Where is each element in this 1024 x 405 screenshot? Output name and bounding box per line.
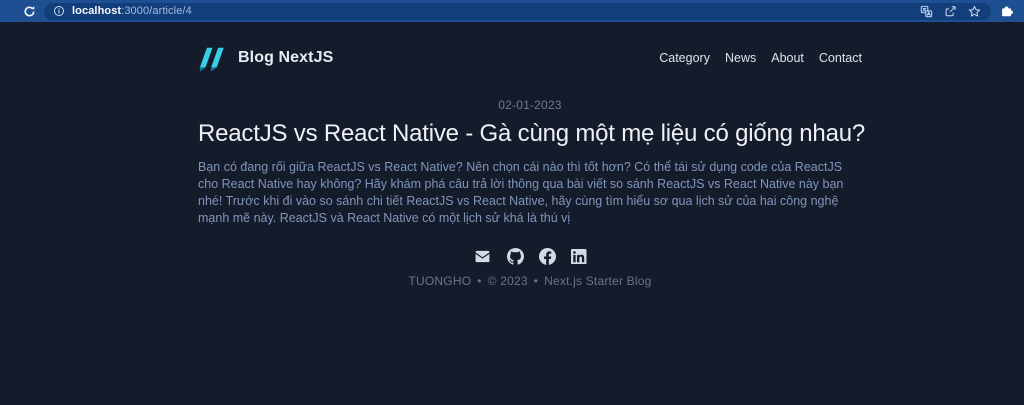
footer-author: TUONGHO xyxy=(408,274,472,288)
url-text[interactable]: localhost:3000/article/4 xyxy=(72,3,192,20)
extensions-button[interactable] xyxy=(996,2,1018,20)
share-icon[interactable] xyxy=(942,3,958,19)
address-bar[interactable]: localhost:3000/article/4 xyxy=(44,2,991,20)
post-summary: Bạn có đang rối giữa ReactJS vs React Na… xyxy=(198,160,844,225)
post-date: 02-01-2023 xyxy=(498,98,562,112)
star-icon[interactable] xyxy=(966,3,982,19)
nav-link-category[interactable]: Category xyxy=(659,51,710,65)
info-icon[interactable] xyxy=(53,5,65,17)
puzzle-icon xyxy=(1000,4,1014,18)
footer-site-name: Next.js Starter Blog xyxy=(544,274,652,288)
footer-separator: • xyxy=(477,274,482,288)
nav-link-news[interactable]: News xyxy=(725,51,756,65)
post-title: ReactJS vs React Native - Gà cùng một mẹ… xyxy=(198,120,866,147)
facebook-icon[interactable] xyxy=(539,248,557,265)
reload-icon xyxy=(23,5,36,18)
footer-text: TUONGHO • © 2023 • Next.js Starter Blog xyxy=(198,274,862,288)
nav-link-about[interactable]: About xyxy=(771,51,804,65)
page-background: Blog NextJS Category News About Contact … xyxy=(0,22,1024,405)
social-links xyxy=(198,248,862,265)
mail-icon[interactable] xyxy=(473,248,492,265)
brand-logo-icon xyxy=(198,44,228,72)
main-nav: Category News About Contact xyxy=(659,51,862,65)
brand-home-link[interactable]: Blog NextJS xyxy=(198,44,333,72)
url-path: :3000/article/4 xyxy=(121,4,192,17)
reload-button[interactable] xyxy=(21,3,37,19)
translate-icon[interactable] xyxy=(918,3,934,19)
url-host: localhost xyxy=(72,4,122,17)
footer-copyright: © 2023 xyxy=(487,274,528,288)
footer-separator: • xyxy=(533,274,539,288)
linkedin-icon[interactable] xyxy=(571,248,587,265)
site-header: Blog NextJS Category News About Contact xyxy=(198,22,862,73)
browser-toolbar: localhost:3000/article/4 xyxy=(0,0,1024,22)
nav-link-contact[interactable]: Contact xyxy=(819,51,862,65)
brand-title: Blog NextJS xyxy=(238,49,334,66)
github-icon[interactable] xyxy=(507,248,525,265)
